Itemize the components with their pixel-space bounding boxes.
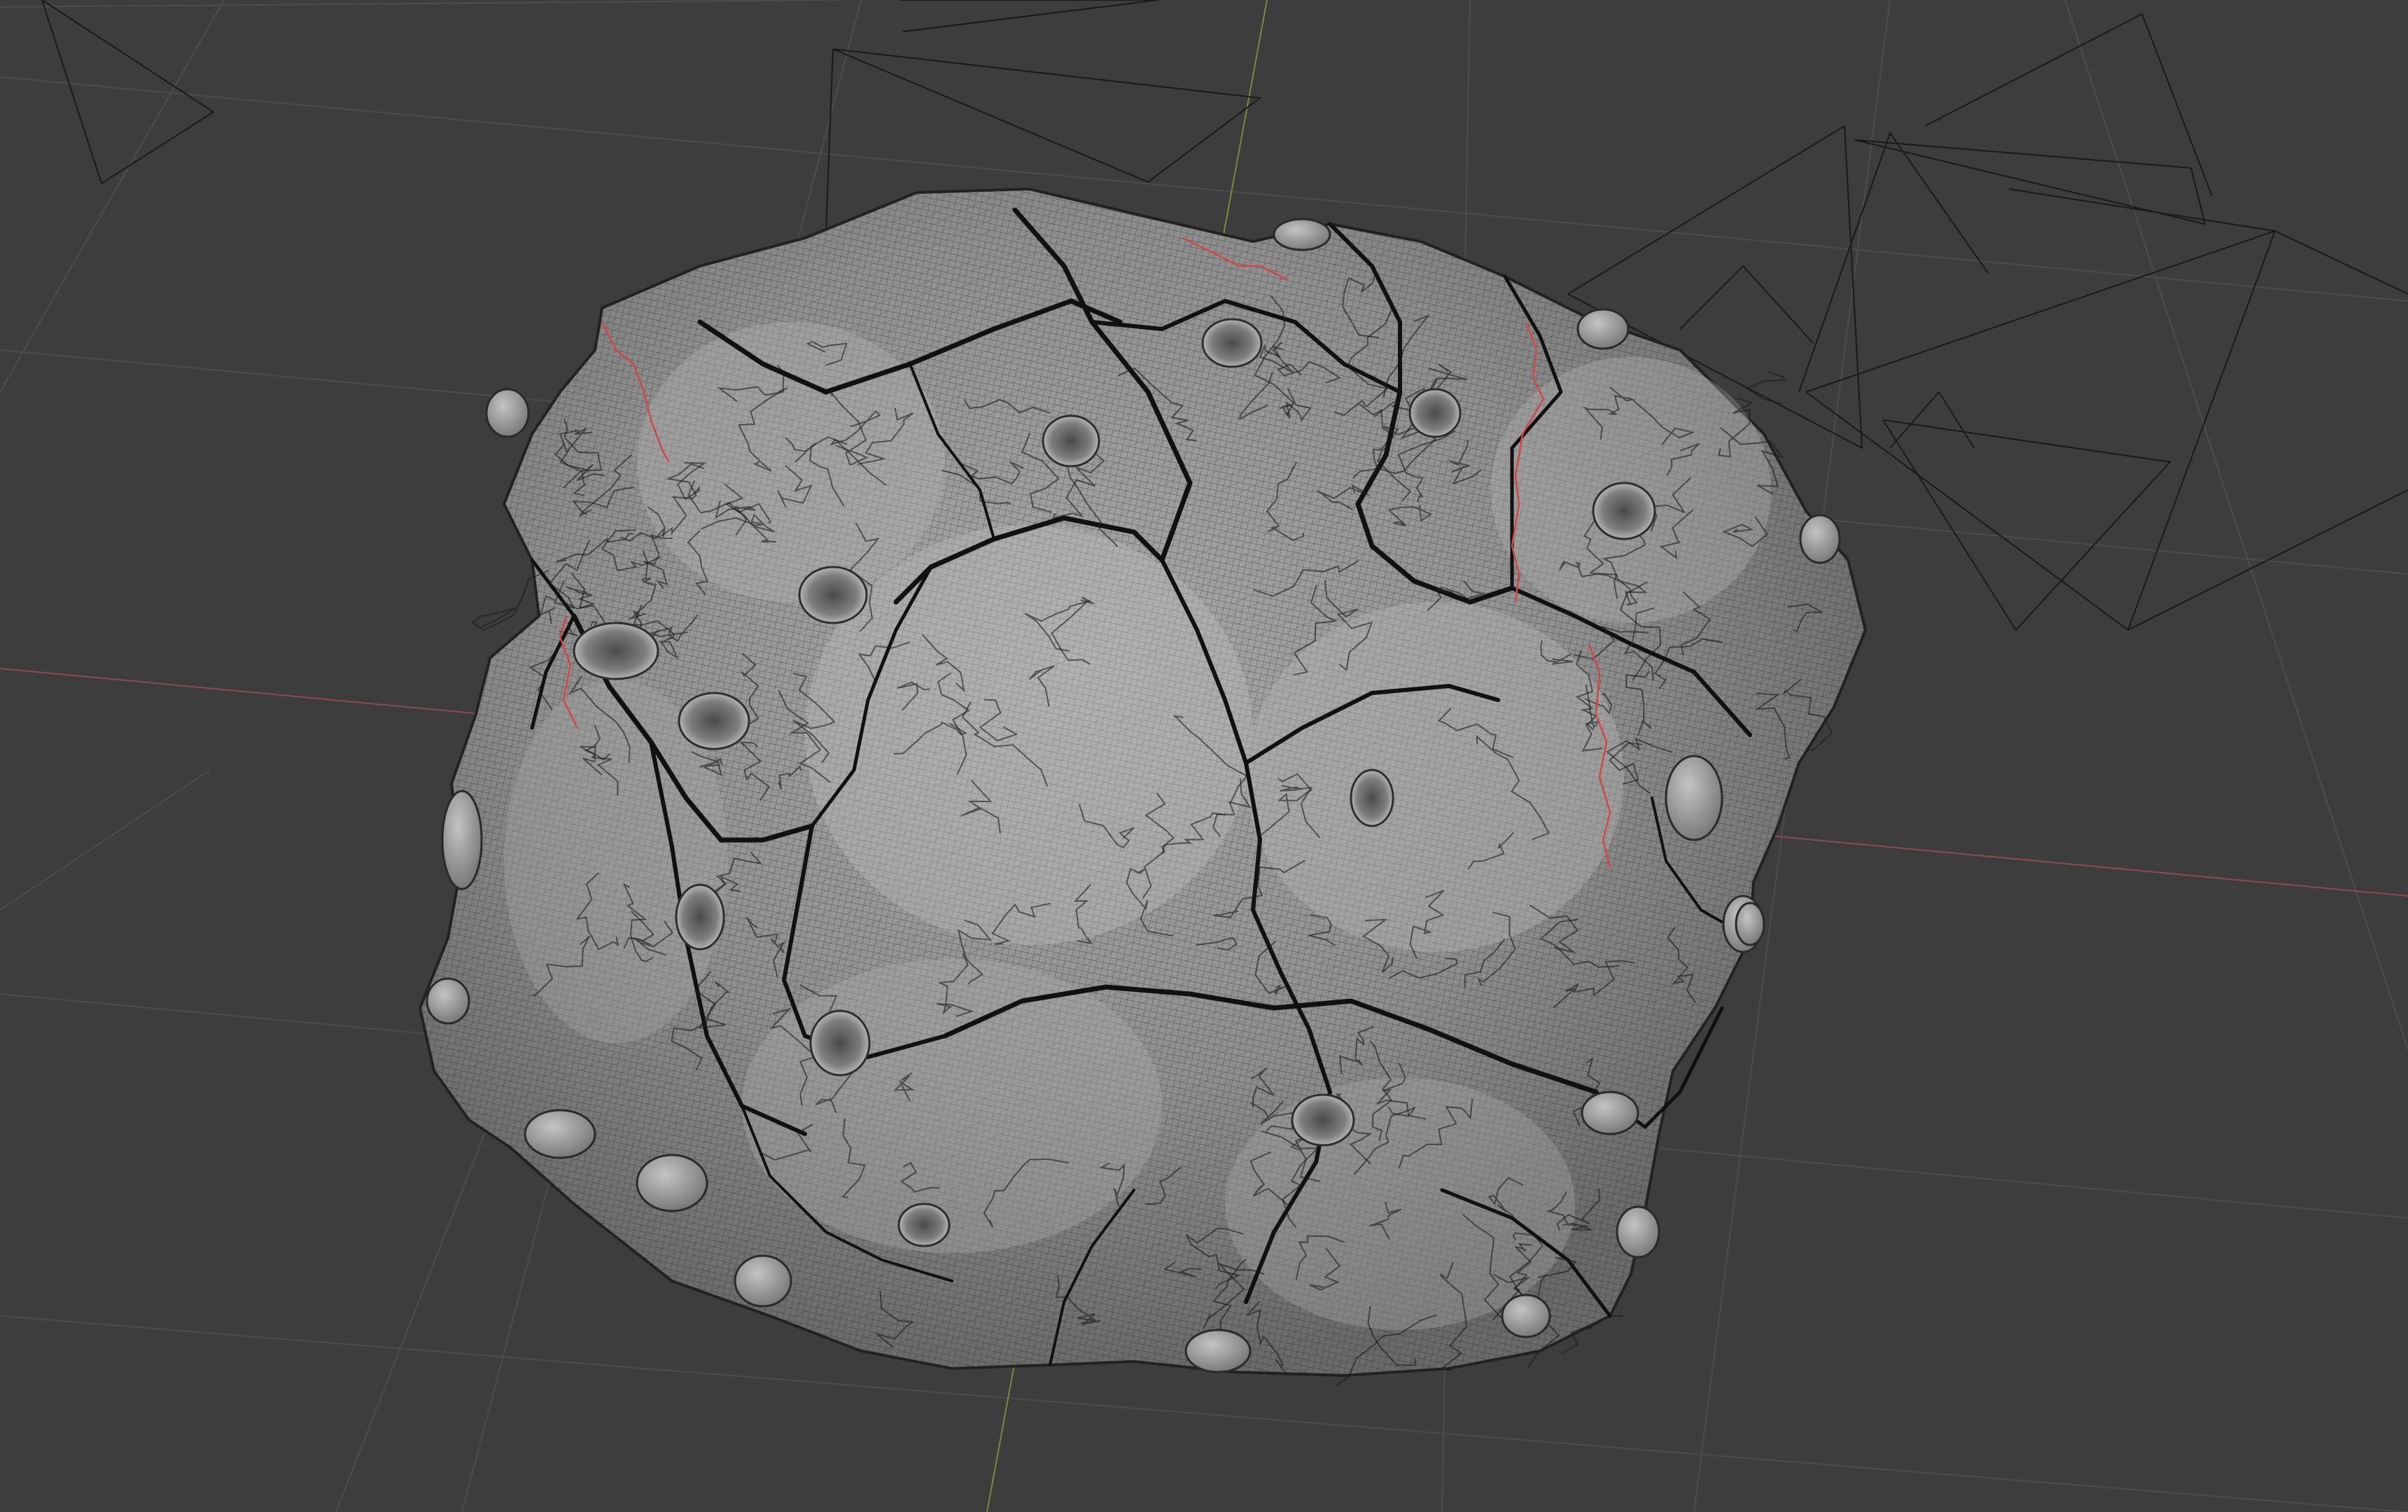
camera-frame-icon[interactable] bbox=[2008, 188, 2408, 295]
wire-scribble bbox=[1745, 371, 1786, 405]
grid-line bbox=[0, 769, 211, 911]
grid-line bbox=[0, 0, 225, 393]
viewport-canvas[interactable] bbox=[0, 0, 2408, 1512]
camera-frame-icon[interactable] bbox=[1798, 131, 1989, 393]
grid-line bbox=[335, 1119, 491, 1512]
camera-frame-icon[interactable] bbox=[1805, 230, 2276, 631]
camera-frame-icon[interactable] bbox=[825, 48, 834, 232]
camera-frame-icon[interactable] bbox=[1889, 391, 1975, 449]
camera-frame-icon[interactable] bbox=[1924, 13, 2213, 197]
camera-frame-icon[interactable] bbox=[1882, 419, 2172, 631]
camera-frame-icon[interactable] bbox=[41, 0, 215, 185]
camera-frame-icon[interactable] bbox=[1679, 265, 1814, 344]
camera-frame-icon[interactable] bbox=[899, 0, 1159, 32]
rock-mesh-icon[interactable] bbox=[418, 187, 1868, 1387]
3d-viewport[interactable] bbox=[0, 0, 2408, 1512]
grid-line bbox=[2064, 0, 2408, 1051]
camera-frame-icon[interactable] bbox=[832, 48, 1262, 183]
grid-line bbox=[0, 0, 841, 8]
camera-frame-icon[interactable] bbox=[2127, 489, 2408, 631]
